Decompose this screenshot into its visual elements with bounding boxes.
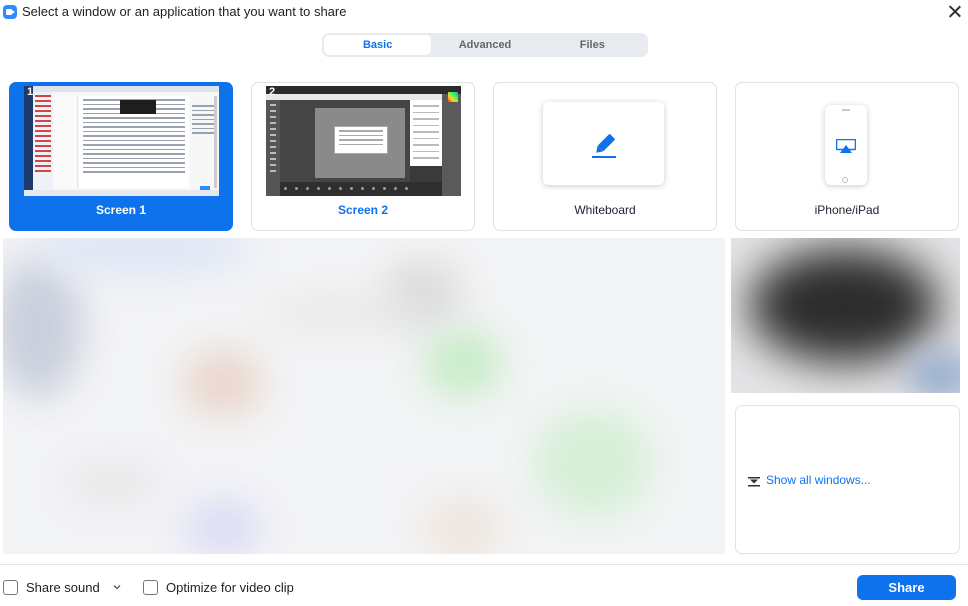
optimize-video-checkbox[interactable] — [143, 580, 158, 595]
window-title: Select a window or an application that y… — [22, 4, 347, 19]
tab-advanced[interactable]: Advanced — [431, 35, 538, 55]
iphone-ipad-card[interactable]: iPhone/iPad — [735, 82, 959, 231]
screen-2-thumbnail: 2 — [266, 86, 461, 196]
chevron-down-icon[interactable] — [113, 583, 121, 591]
screen-number: 1 — [27, 86, 34, 98]
zoom-camera-icon — [3, 5, 17, 19]
whiteboard-label: Whiteboard — [574, 203, 636, 217]
pen-icon — [592, 134, 616, 158]
show-all-windows-card[interactable]: Show all windows... — [735, 405, 960, 554]
screen-1-thumbnail: 1 — [24, 86, 219, 196]
expand-down-icon — [748, 477, 760, 487]
screen-number: 2 — [269, 86, 276, 98]
tab-files[interactable]: Files — [539, 35, 646, 55]
footer-divider — [0, 564, 968, 565]
optimize-video-label: Optimize for video clip — [166, 580, 294, 595]
whiteboard-preview — [543, 102, 664, 185]
show-all-windows-link[interactable]: Show all windows... — [766, 473, 871, 487]
screen-1-card[interactable]: 1 Screen 1 — [9, 82, 233, 231]
share-mode-tabs: Basic Advanced Files — [322, 33, 648, 57]
share-sound-label: Share sound — [26, 580, 100, 595]
close-icon[interactable] — [946, 3, 964, 21]
share-button[interactable]: Share — [857, 575, 956, 600]
blurred-window-preview-dark[interactable] — [731, 238, 960, 393]
blurred-window-preview[interactable] — [3, 238, 725, 554]
tab-basic[interactable]: Basic — [324, 35, 432, 55]
screen-1-label: Screen 1 — [95, 203, 147, 217]
airplay-icon — [836, 139, 856, 153]
iphone-ipad-label: iPhone/iPad — [814, 203, 880, 217]
screen-2-label: Screen 2 — [337, 203, 389, 217]
share-sound-checkbox[interactable] — [3, 580, 18, 595]
whiteboard-card[interactable]: Whiteboard — [493, 82, 717, 231]
iphone-preview — [825, 105, 867, 185]
title-bar: Select a window or an application that y… — [0, 0, 968, 26]
screen-2-card[interactable]: 2 Screen 2 — [251, 82, 475, 231]
